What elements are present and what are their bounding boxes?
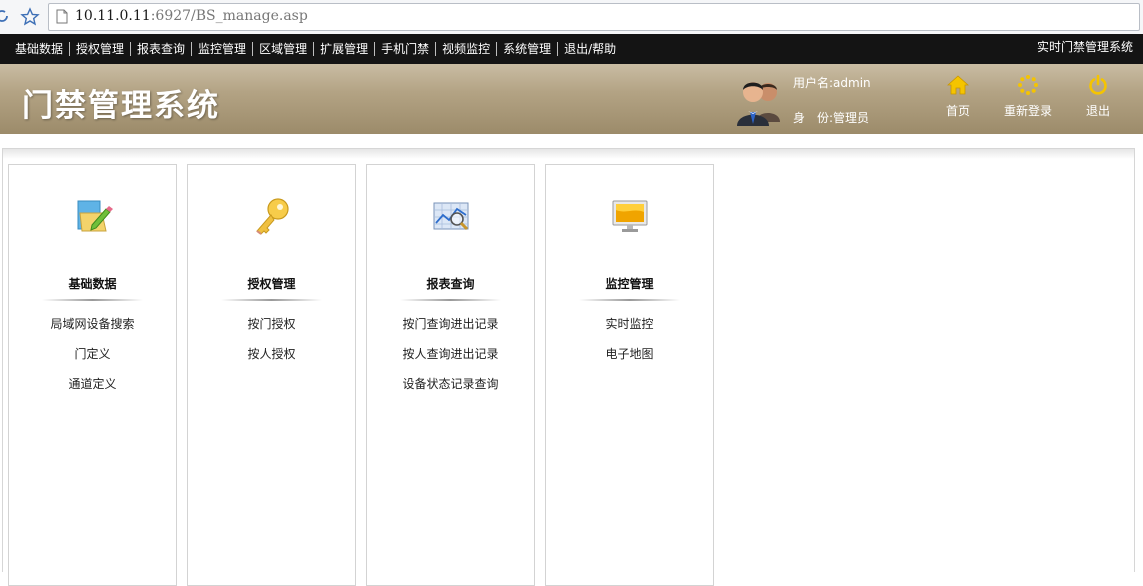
- menu-item-mobile-access[interactable]: 手机门禁: [374, 42, 435, 56]
- panel-links: 按门授权 按人授权: [188, 317, 355, 377]
- key-icon: [256, 198, 289, 235]
- exit-button-label: 退出: [1085, 104, 1110, 118]
- menu-item-extension[interactable]: 扩展管理: [313, 42, 374, 56]
- user-role-label: 身 份:管理员: [793, 111, 870, 125]
- home-button[interactable]: 首页: [937, 74, 979, 119]
- menu-item-area[interactable]: 区域管理: [252, 42, 313, 56]
- panel-title: 授权管理: [247, 277, 296, 291]
- panel-links: 局域网设备搜索 门定义 通道定义: [9, 317, 176, 407]
- content-area: 基础数据 局域网设备搜索 门定义 通道定义 授权管理 按门授权 按人授权 报表查…: [2, 148, 1135, 586]
- panel-title: 基础数据: [68, 277, 117, 291]
- page-icon: [56, 9, 68, 24]
- menu-item-monitoring[interactable]: 监控管理: [191, 42, 252, 56]
- link-authorize-by-door[interactable]: 按门授权: [188, 317, 355, 347]
- exit-button[interactable]: 退出: [1080, 74, 1116, 119]
- panel-title: 报表查询: [426, 277, 475, 291]
- users-avatar-icon: [737, 82, 780, 126]
- relogin-button[interactable]: 重新登录: [996, 74, 1060, 119]
- realtime-system-link[interactable]: 实时门禁管理系统: [1037, 38, 1133, 55]
- home-button-label: 首页: [945, 104, 970, 118]
- bookmark-star-icon[interactable]: [20, 7, 40, 27]
- user-name-label: 用户名:admin: [793, 76, 871, 90]
- panel-divider: [221, 299, 322, 301]
- link-channel-definition[interactable]: 通道定义: [9, 377, 176, 407]
- app-title: 门禁管理系统: [22, 88, 220, 124]
- chart-search-icon: [433, 202, 469, 231]
- panel-divider: [42, 299, 143, 301]
- url-path: :6927/BS_manage.asp: [150, 8, 308, 24]
- monitor-icon: [612, 200, 648, 232]
- menu-list: 基础数据 授权管理 报表查询 监控管理 区域管理 扩展管理 手机门禁 视频监控 …: [0, 34, 1143, 64]
- menu-item-exit-help[interactable]: 退出/帮助: [557, 42, 622, 56]
- relogin-button-label: 重新登录: [1003, 104, 1052, 118]
- menu-item-system[interactable]: 系统管理: [496, 42, 557, 56]
- top-menubar: 基础数据 授权管理 报表查询 监控管理 区域管理 扩展管理 手机门禁 视频监控 …: [0, 34, 1143, 64]
- link-authorize-by-person[interactable]: 按人授权: [188, 347, 355, 377]
- panel-links: 实时监控 电子地图: [546, 317, 713, 377]
- loading-spinner-icon: [1018, 75, 1038, 95]
- link-door-definition[interactable]: 门定义: [9, 347, 176, 377]
- url-host: 10.11.0.11: [75, 8, 151, 24]
- browser-address-bar: 10.11.0.11:6927/BS_manage.asp: [0, 0, 1143, 35]
- folder-pencil-icon: [77, 200, 113, 232]
- menu-item-basic-data[interactable]: 基础数据: [9, 42, 69, 56]
- url-text: 10.11.0.11:6927/BS_manage.asp: [75, 8, 308, 24]
- header-band: 门禁管理系统 用户名:admin 身 份:管理员 首页 重新登录 退出: [0, 64, 1143, 134]
- menu-item-video[interactable]: 视频监控: [435, 42, 496, 56]
- link-query-by-door-records[interactable]: 按门查询进出记录: [367, 317, 534, 347]
- panel-divider: [579, 299, 680, 301]
- link-lan-device-search[interactable]: 局域网设备搜索: [9, 317, 176, 347]
- panel-links: 按门查询进出记录 按人查询进出记录 设备状态记录查询: [367, 317, 534, 407]
- panel-basic-data: 基础数据 局域网设备搜索 门定义 通道定义: [8, 164, 177, 586]
- panel-title: 监控管理: [605, 277, 654, 291]
- panel-authorization: 授权管理 按门授权 按人授权: [187, 164, 356, 586]
- panel-monitoring: 监控管理 实时监控 电子地图: [545, 164, 714, 586]
- panel-divider: [400, 299, 501, 301]
- link-device-status-records[interactable]: 设备状态记录查询: [367, 377, 534, 407]
- url-input[interactable]: 10.11.0.11:6927/BS_manage.asp: [48, 3, 1140, 31]
- reload-icon[interactable]: [0, 8, 10, 24]
- home-icon: [947, 75, 969, 95]
- power-icon: [1089, 74, 1107, 95]
- link-query-by-person-records[interactable]: 按人查询进出记录: [367, 347, 534, 377]
- link-realtime-monitoring[interactable]: 实时监控: [546, 317, 713, 347]
- menu-item-authorization[interactable]: 授权管理: [69, 42, 130, 56]
- panel-reports: 报表查询 按门查询进出记录 按人查询进出记录 设备状态记录查询: [366, 164, 535, 586]
- menu-item-reports[interactable]: 报表查询: [130, 42, 191, 56]
- link-electronic-map[interactable]: 电子地图: [546, 347, 713, 377]
